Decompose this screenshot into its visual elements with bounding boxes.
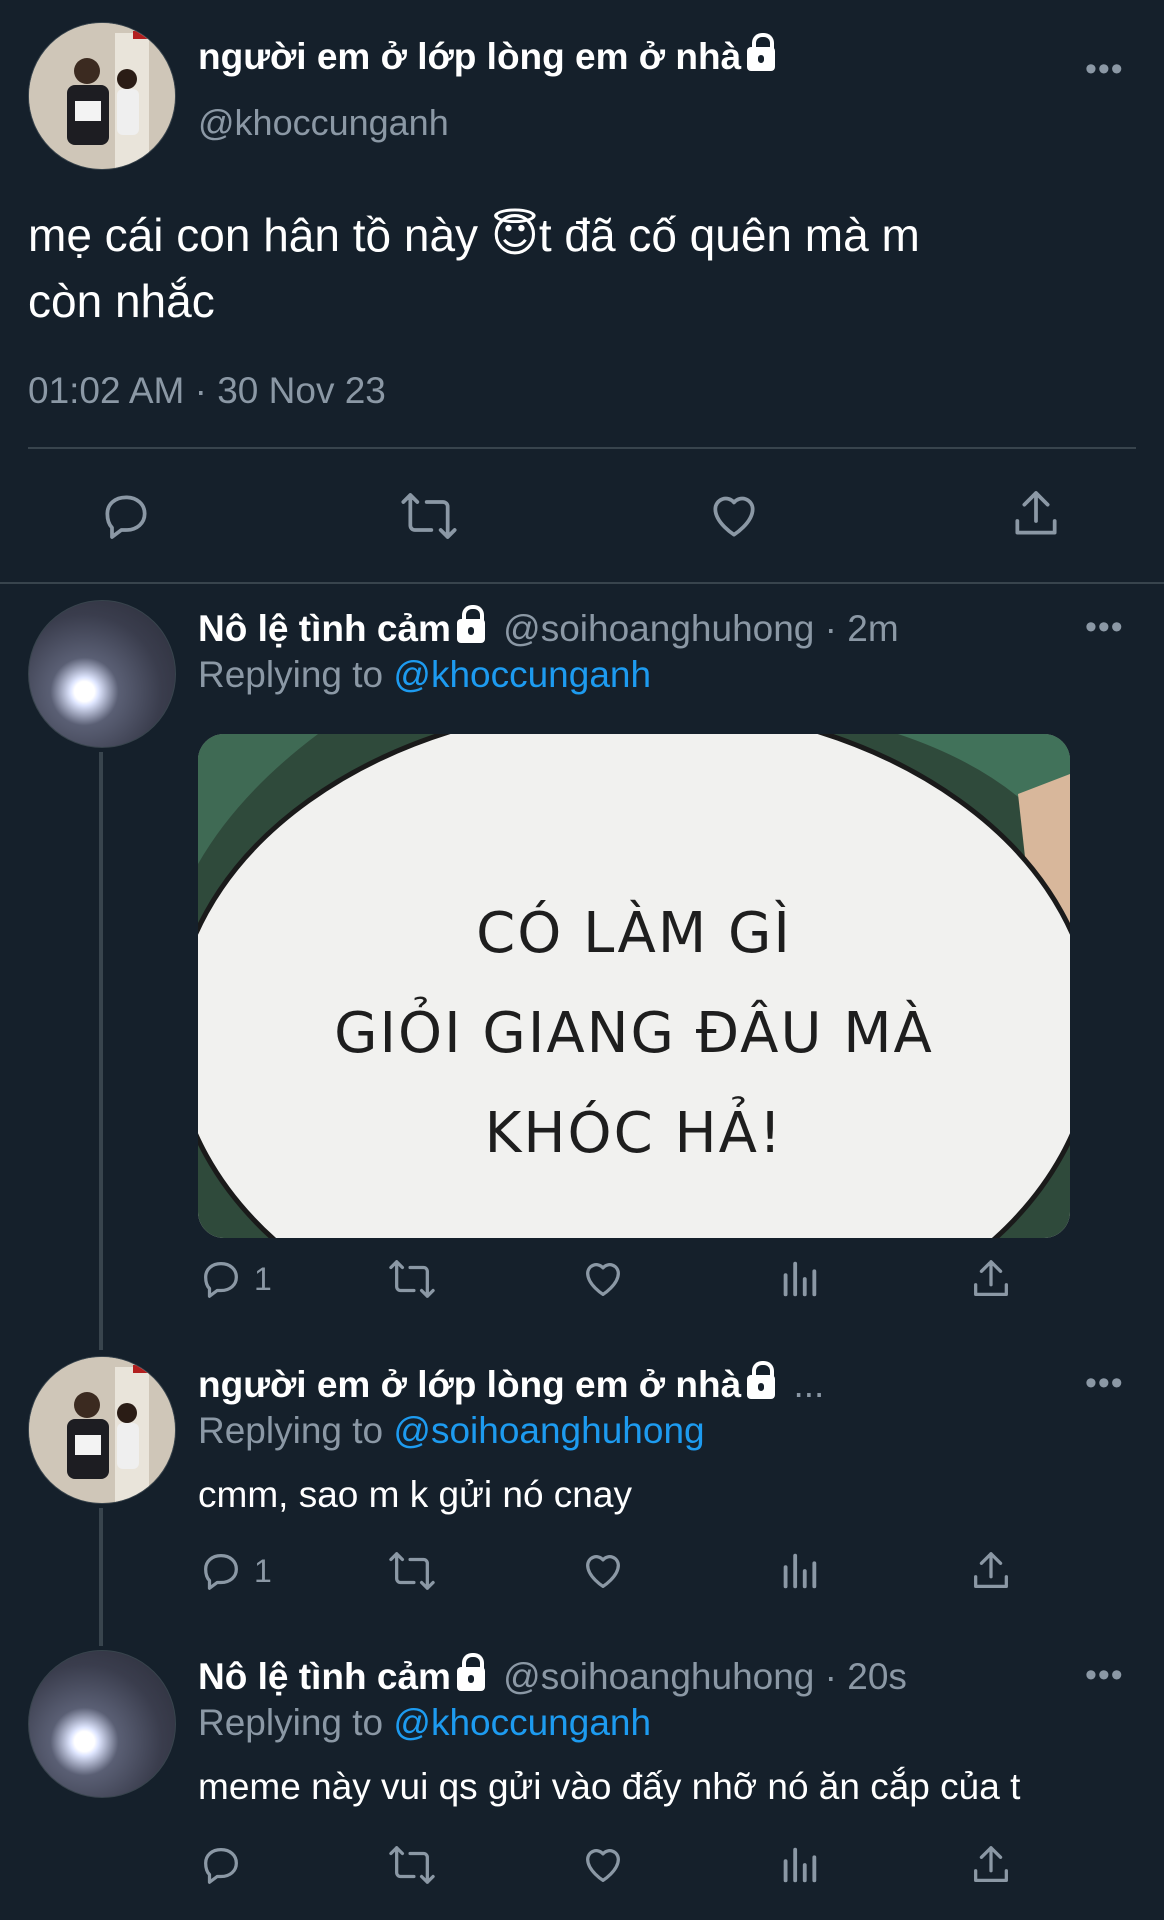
analytics-button[interactable] bbox=[776, 1842, 822, 1888]
replying-to: Replying to @khoccunganh bbox=[198, 1702, 651, 1744]
lock-icon bbox=[747, 1361, 776, 1399]
share-icon bbox=[974, 1260, 1008, 1296]
heart-icon bbox=[713, 496, 755, 537]
display-name: người em ở lớp lòng em ở nhà bbox=[198, 36, 742, 77]
handle-time: @soihoanghuhong · 20s bbox=[503, 1656, 907, 1697]
share-icon bbox=[974, 1846, 1008, 1882]
more-options-icon[interactable]: ••• bbox=[1085, 608, 1124, 647]
divider bbox=[0, 582, 1164, 584]
more-options-icon[interactable]: ••• bbox=[1085, 1656, 1124, 1695]
heart-icon bbox=[586, 1263, 620, 1296]
image-caption: CÓ LÀM GÌ GIỎI GIANG ĐÂU MÀ KHÓC HẢ! bbox=[198, 884, 1070, 1184]
replying-label: Replying to bbox=[198, 654, 394, 695]
mention-link[interactable]: @soihoanghuhong bbox=[393, 1410, 704, 1451]
share-button[interactable] bbox=[1008, 486, 1064, 547]
handle-time: @soihoanghuhong · 2m bbox=[503, 608, 899, 649]
reply-icon bbox=[105, 495, 147, 539]
avatar[interactable] bbox=[28, 22, 176, 170]
analytics-icon bbox=[783, 1261, 817, 1297]
lock-icon bbox=[456, 605, 485, 643]
tweet-actions: 1 bbox=[198, 1548, 1018, 1608]
image-text-line: GIỎI GIANG ĐÂU MÀ bbox=[334, 1001, 934, 1066]
reply-count: 1 bbox=[254, 1260, 272, 1297]
handle-time: ... bbox=[793, 1364, 825, 1405]
display-name: Nô lệ tình cảm bbox=[198, 608, 451, 649]
lock-icon bbox=[747, 33, 776, 71]
retweet-icon bbox=[389, 1846, 435, 1884]
retweet-icon bbox=[389, 1552, 435, 1590]
image-text-line: KHÓC HẢ! bbox=[484, 1101, 784, 1166]
avatar[interactable] bbox=[28, 1650, 176, 1798]
share-button[interactable] bbox=[968, 1548, 1014, 1594]
retweet-icon bbox=[389, 1260, 435, 1298]
author-handle[interactable]: @khoccunganh bbox=[198, 102, 449, 144]
reply-author[interactable]: Nô lệ tình cảm @soihoanghuhong · 2m bbox=[198, 605, 899, 650]
reply-button[interactable]: 1 bbox=[198, 1256, 272, 1302]
more-options-icon[interactable]: ••• bbox=[1085, 1364, 1124, 1403]
tweet-text-part: t đã cố quên mà m bbox=[538, 209, 920, 261]
tweet-text-part: mẹ cái con hân tồ này bbox=[28, 209, 491, 261]
replying-label: Replying to bbox=[198, 1702, 394, 1743]
replying-to: Replying to @soihoanghuhong bbox=[198, 1410, 705, 1452]
like-button[interactable] bbox=[580, 1548, 626, 1594]
mention-link[interactable]: @khoccunganh bbox=[393, 1702, 651, 1743]
avatar[interactable] bbox=[28, 1356, 176, 1504]
avatar-photo bbox=[29, 1357, 175, 1503]
reply-icon bbox=[204, 1262, 238, 1298]
reply-icon bbox=[204, 1848, 238, 1884]
image-text-line: CÓ LÀM GÌ bbox=[476, 901, 792, 966]
analytics-button[interactable] bbox=[776, 1548, 822, 1594]
tweet-actions: 1 bbox=[198, 1256, 1018, 1316]
retweet-icon bbox=[401, 493, 457, 539]
heart-icon bbox=[586, 1555, 620, 1588]
tweet-text-part: còn nhắc bbox=[28, 275, 215, 327]
reply-text: meme này vui qs gửi vào đấy nhỡ nó ăn cắ… bbox=[198, 1766, 1021, 1807]
heart-icon bbox=[586, 1849, 620, 1882]
reply-icon bbox=[204, 1554, 238, 1590]
reply-button[interactable] bbox=[98, 488, 154, 549]
mention-link[interactable]: @khoccunganh bbox=[393, 654, 651, 695]
like-button[interactable] bbox=[580, 1256, 626, 1302]
reply-button[interactable]: 1 bbox=[198, 1548, 272, 1594]
divider bbox=[28, 447, 1136, 449]
analytics-button[interactable] bbox=[776, 1256, 822, 1302]
more-options-icon[interactable]: ••• bbox=[1085, 50, 1124, 89]
avatar[interactable] bbox=[28, 600, 176, 748]
replying-label: Replying to bbox=[198, 1410, 394, 1451]
thread-line bbox=[99, 1508, 103, 1646]
reply-text: cmm, sao m k gửi nó cnay bbox=[198, 1474, 632, 1515]
like-button[interactable] bbox=[580, 1842, 626, 1888]
retweet-button[interactable] bbox=[398, 488, 460, 549]
tweet-timestamp[interactable]: 01:02 AM · 30 Nov 23 bbox=[28, 370, 386, 412]
tweet-image[interactable]: CÓ LÀM GÌ GIỎI GIANG ĐÂU MÀ KHÓC HẢ! bbox=[198, 734, 1070, 1238]
share-icon bbox=[974, 1552, 1008, 1588]
reply-button[interactable] bbox=[198, 1842, 254, 1888]
lock-icon bbox=[456, 1653, 485, 1691]
retweet-button[interactable] bbox=[386, 1256, 438, 1302]
share-button[interactable] bbox=[968, 1256, 1014, 1302]
halo-emoji: 😇 bbox=[490, 209, 539, 261]
display-name: Nô lệ tình cảm bbox=[198, 1656, 451, 1697]
thread-line bbox=[99, 752, 103, 1350]
reply-count: 1 bbox=[254, 1552, 272, 1589]
share-icon bbox=[1015, 491, 1057, 535]
tweet-text: mẹ cái con hân tồ này 😇t đã cố quên mà m… bbox=[28, 202, 1138, 334]
display-name: người em ở lớp lòng em ở nhà bbox=[198, 1364, 742, 1405]
retweet-button[interactable] bbox=[386, 1548, 438, 1594]
analytics-icon bbox=[783, 1847, 817, 1883]
avatar-photo bbox=[29, 23, 175, 169]
tweet-author[interactable]: người em ở lớp lòng em ở nhà bbox=[198, 33, 776, 78]
share-button[interactable] bbox=[968, 1842, 1014, 1888]
like-button[interactable] bbox=[706, 488, 762, 549]
replying-to: Replying to @khoccunganh bbox=[198, 654, 651, 696]
reply-author[interactable]: Nô lệ tình cảm @soihoanghuhong · 20s bbox=[198, 1653, 907, 1698]
tweet-actions bbox=[198, 1842, 1018, 1902]
analytics-icon bbox=[783, 1553, 817, 1589]
retweet-button[interactable] bbox=[386, 1842, 438, 1888]
reply-author[interactable]: người em ở lớp lòng em ở nhà ... bbox=[198, 1361, 825, 1406]
